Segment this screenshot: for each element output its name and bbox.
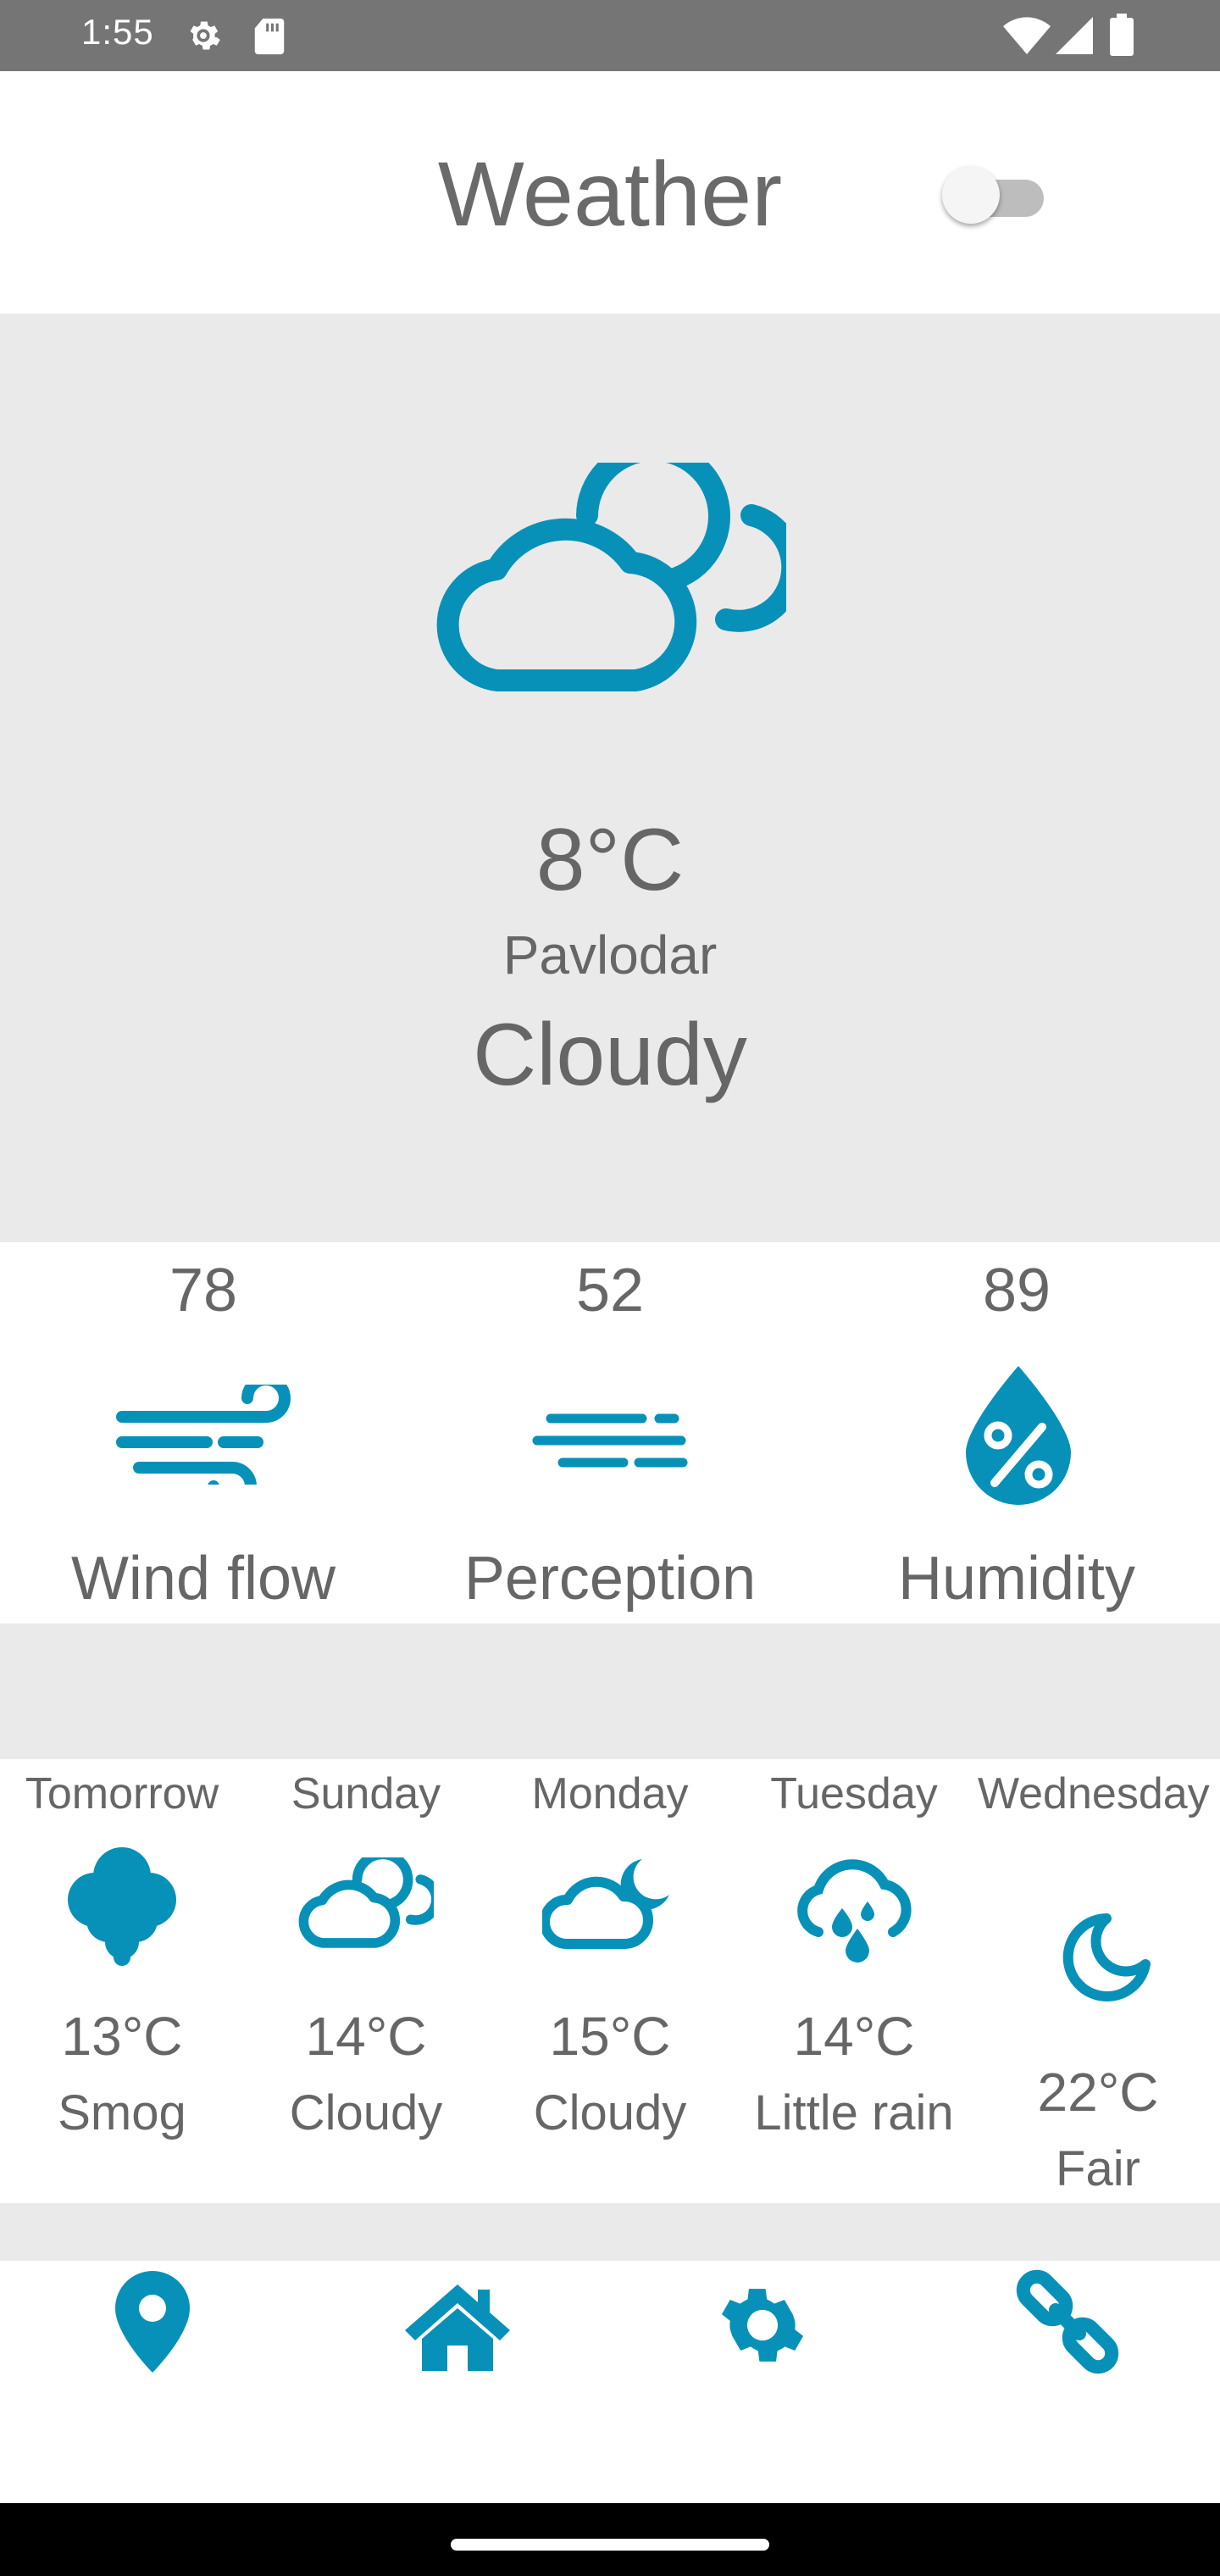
forecast-day-name: Monday [531, 1769, 689, 1818]
forecast-day-name: Tuesday [770, 1769, 938, 1818]
cloudy-night-icon [540, 1851, 678, 1955]
rain-icon [790, 1859, 918, 1968]
stats-row: 78 Wind flow 52 Perception 89 Humidity [0, 1242, 1220, 1624]
forecast-condition: Smog [58, 2085, 186, 2140]
nav-link-button[interactable] [915, 2261, 1220, 2396]
forecast-day: Tomorrow 13°C Smog [0, 1759, 244, 2203]
forecast-temperature: 14°C [305, 2006, 427, 2067]
nav-location-button[interactable] [0, 2261, 305, 2396]
forecast-day: Monday 15°C Cloudy [488, 1759, 732, 2203]
separator-band [0, 1624, 1220, 1759]
location-pin-icon [115, 2271, 190, 2373]
wind-icon [114, 1374, 293, 1511]
home-gesture-handle[interactable] [451, 2539, 769, 2551]
status-bar: 1:55 [0, 0, 1220, 71]
forecast-condition: Cloudy [533, 2085, 687, 2140]
current-condition: Cloudy [473, 1006, 747, 1104]
forecast-day-name: Sunday [291, 1769, 441, 1818]
settings-gear-icon [721, 2289, 804, 2362]
wifi-icon [1003, 15, 1051, 60]
forecast-day: Wednesday 22°C Fair [976, 1759, 1220, 2203]
perception-label: Perception [463, 1545, 757, 1613]
cloudy-icon [434, 439, 804, 696]
system-navigation-bar [0, 2503, 1220, 2576]
forecast-condition: Cloudy [289, 2085, 443, 2140]
humidity-drop-icon [964, 1364, 1073, 1511]
app-header: Weather [0, 71, 1220, 314]
current-weather-panel: 8°C Pavlodar Cloudy [0, 314, 1220, 1242]
forecast-temperature: 14°C [793, 2006, 915, 2067]
battery-icon [1110, 14, 1134, 60]
stat-wind: 78 Wind flow [0, 1242, 407, 1624]
cell-signal-icon [1056, 15, 1093, 60]
perception-value: 52 [575, 1257, 645, 1324]
theme-toggle[interactable] [942, 166, 1044, 225]
forecast-condition: Little rain [754, 2085, 954, 2140]
forecast-day-name: Tomorrow [25, 1769, 219, 1818]
bottom-navigation [0, 2261, 1220, 2503]
humidity-label: Humidity [897, 1545, 1136, 1613]
link-icon [1016, 2269, 1119, 2374]
moon-icon [1054, 1912, 1151, 2012]
stat-humidity: 89 Humidity [813, 1242, 1220, 1624]
forecast-day: Sunday 14°C Cloudy [244, 1759, 488, 2203]
toggle-thumb [942, 166, 1000, 224]
forecast-day: Tuesday 14°C Little rain [732, 1759, 976, 2203]
city-name: Pavlodar [502, 924, 718, 985]
current-temperature: 8°C [535, 811, 685, 909]
nav-settings-button[interactable] [610, 2261, 915, 2396]
separator-band [0, 2203, 1220, 2261]
cloudy-icon [298, 1849, 441, 1953]
wind-label: Wind flow [70, 1545, 336, 1613]
forecast-temperature: 15°C [549, 2006, 671, 2067]
status-time: 1:55 [81, 12, 154, 52]
nav-home-button[interactable] [305, 2261, 610, 2396]
settings-gear-icon [181, 14, 225, 62]
wind-value: 78 [169, 1257, 238, 1324]
stat-perception: 52 Perception [407, 1242, 813, 1624]
forecast-row: Tomorrow 13°C Smog Sunday 14°C Cloudy Mo… [0, 1759, 1220, 2203]
forecast-day-name: Wednesday [978, 1769, 1210, 1818]
smog-icon [66, 1846, 178, 1970]
fog-lines-icon [532, 1412, 688, 1475]
home-icon [405, 2285, 510, 2371]
humidity-value: 89 [982, 1257, 1051, 1324]
sd-card-icon [252, 17, 286, 60]
forecast-temperature: 13°C [61, 2006, 183, 2067]
forecast-condition: Fair [1056, 2141, 1140, 2196]
forecast-temperature: 22°C [1037, 2062, 1159, 2123]
